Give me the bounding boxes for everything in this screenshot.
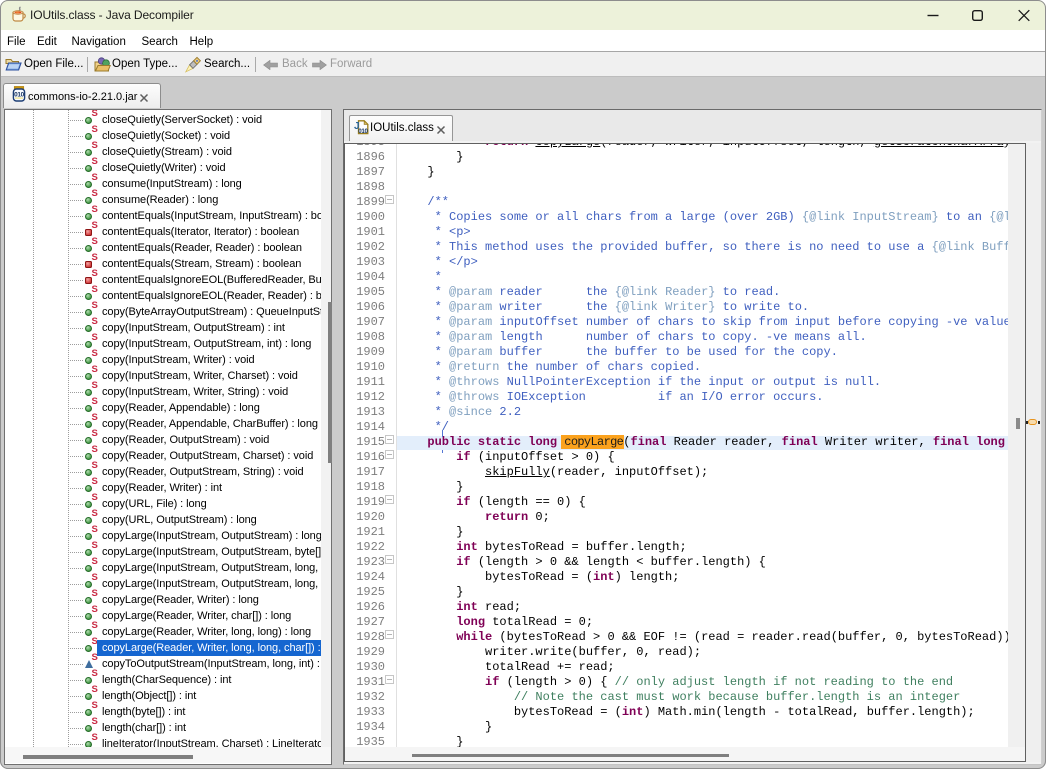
svg-text:010: 010 [14,92,25,99]
svg-text:010: 010 [358,128,368,135]
